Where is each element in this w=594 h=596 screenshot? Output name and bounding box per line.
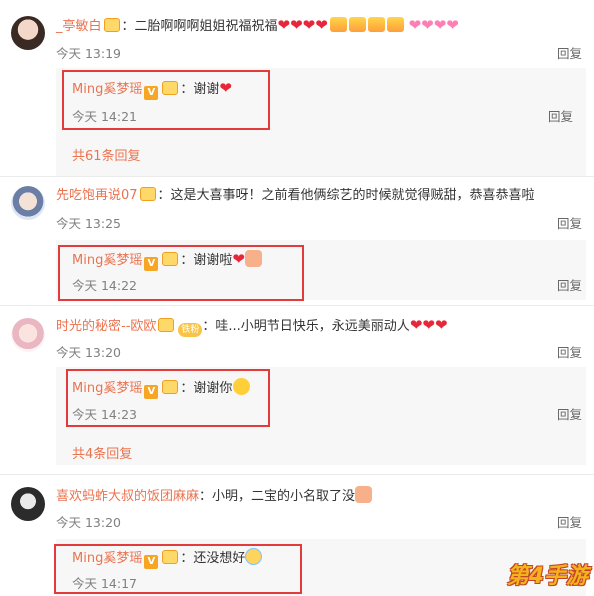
fan-badge: 铁粉: [178, 323, 203, 337]
member-crown-icon: [158, 318, 175, 332]
comment-username[interactable]: _亭敏白: [56, 19, 102, 34]
avatar[interactable]: [11, 16, 45, 50]
reply-button[interactable]: 回复: [557, 512, 582, 531]
reply-time: 今天 14:23: [72, 407, 137, 422]
party-emoji-icon: [367, 17, 385, 32]
reply-button[interactable]: 回复: [557, 342, 582, 361]
reply-time: 今天 14:21: [72, 109, 137, 124]
reply-username[interactable]: Ming奚梦瑶: [72, 551, 142, 566]
pig-emoji-icon: [244, 250, 262, 267]
avatar[interactable]: [11, 186, 45, 220]
comment-username[interactable]: 喜欢蚂蚱大叔的饭团麻麻: [56, 489, 199, 504]
laugh-cry-emoji-icon: [245, 548, 263, 565]
avatar[interactable]: [11, 487, 45, 521]
comment-username[interactable]: 时光的秘密--欧欧: [56, 319, 156, 334]
reply-text: ：谢谢: [180, 82, 220, 97]
comment-body: 时光的秘密--欧欧 铁粉 ：哇...小明节日快乐，永远美丽动人❤❤❤: [56, 316, 448, 337]
member-crown-icon: [162, 81, 179, 95]
comment-body: _亭敏白 ：二胎啊啊啊姐姐祝福祝福❤❤❤❤ ❤❤❤❤: [56, 16, 459, 36]
comment-text: ：二胎啊啊啊姐姐祝福祝福: [121, 19, 278, 34]
reply-text: ：谢谢你: [180, 381, 233, 396]
reply-button[interactable]: 回复: [548, 106, 573, 125]
heart-emoji-icon: ❤: [219, 79, 232, 97]
reply-time: 今天 14:17: [72, 576, 137, 591]
member-crown-icon: [103, 18, 120, 32]
comment-body: 先吃饱再说07 ：这是大喜事呀！之前看他俩综艺的时候就觉得贼甜，恭喜恭喜啦: [56, 187, 535, 205]
comment-text: ：小明，二宝的小名取了没: [199, 489, 356, 504]
comment-time: 今天 13:25: [56, 216, 121, 231]
divider: [0, 305, 594, 306]
reply-button[interactable]: 回复: [557, 275, 582, 294]
pink-heart-emoji-icon: ❤❤❤❤: [403, 16, 459, 34]
reply-username[interactable]: Ming奚梦瑶: [72, 381, 142, 396]
reply-button[interactable]: 回复: [557, 213, 582, 232]
party-emoji-icon: [348, 17, 366, 32]
member-crown-icon: [139, 187, 156, 201]
reply-username[interactable]: Ming奚梦瑶: [72, 82, 142, 97]
heart-emoji-icon: ❤❤❤❤: [277, 16, 328, 34]
reply-body: Ming奚梦瑶 V ：谢谢啦❤: [72, 250, 262, 271]
site-watermark-logo: 第4手游: [506, 564, 588, 589]
reply-text: ：还没想好: [180, 551, 246, 566]
member-crown-icon: [162, 380, 179, 394]
member-crown-icon: [162, 550, 179, 564]
verified-icon: V: [144, 257, 159, 271]
reply-body: Ming奚梦瑶 V ：谢谢❤: [72, 79, 232, 100]
reply-text: ：谢谢啦: [180, 253, 233, 268]
party-emoji-icon: [386, 17, 404, 32]
comment-body: 喜欢蚂蚱大叔的饭团麻麻：小明，二宝的小名取了没: [56, 486, 373, 506]
comment-text: ：这是大喜事呀！之前看他俩综艺的时候就觉得贼甜，恭喜恭喜啦: [157, 188, 535, 203]
divider: [0, 474, 594, 475]
more-replies-link[interactable]: 共4条回复: [72, 443, 132, 462]
avatar[interactable]: [11, 318, 45, 352]
comment-text: ：哇...小明节日快乐，永远美丽动人: [202, 319, 410, 334]
reply-button[interactable]: 回复: [557, 43, 582, 62]
comment-time: 今天 13:19: [56, 46, 121, 61]
comment-time: 今天 13:20: [56, 345, 121, 360]
party-emoji-icon: [329, 17, 347, 32]
comment-username[interactable]: 先吃饱再说07: [56, 188, 138, 203]
reply-button[interactable]: 回复: [557, 404, 582, 423]
reply-time: 今天 14:22: [72, 278, 137, 293]
reply-body: Ming奚梦瑶 V ：谢谢你: [72, 378, 251, 399]
comment-time: 今天 13:20: [56, 515, 121, 530]
reply-body: Ming奚梦瑶 V ：还没想好: [72, 548, 263, 569]
heart-emoji-icon: ❤: [232, 250, 245, 268]
pig-emoji-icon: [355, 486, 373, 503]
more-replies-link[interactable]: 共61条回复: [72, 145, 141, 164]
member-crown-icon: [162, 252, 179, 266]
heart-emoji-icon: ❤❤❤: [409, 316, 448, 334]
divider: [0, 176, 594, 177]
reply-username[interactable]: Ming奚梦瑶: [72, 253, 142, 268]
kiss-emoji-icon: [233, 378, 251, 395]
verified-icon: V: [144, 385, 159, 399]
verified-icon: V: [144, 86, 159, 100]
verified-icon: V: [144, 555, 159, 569]
